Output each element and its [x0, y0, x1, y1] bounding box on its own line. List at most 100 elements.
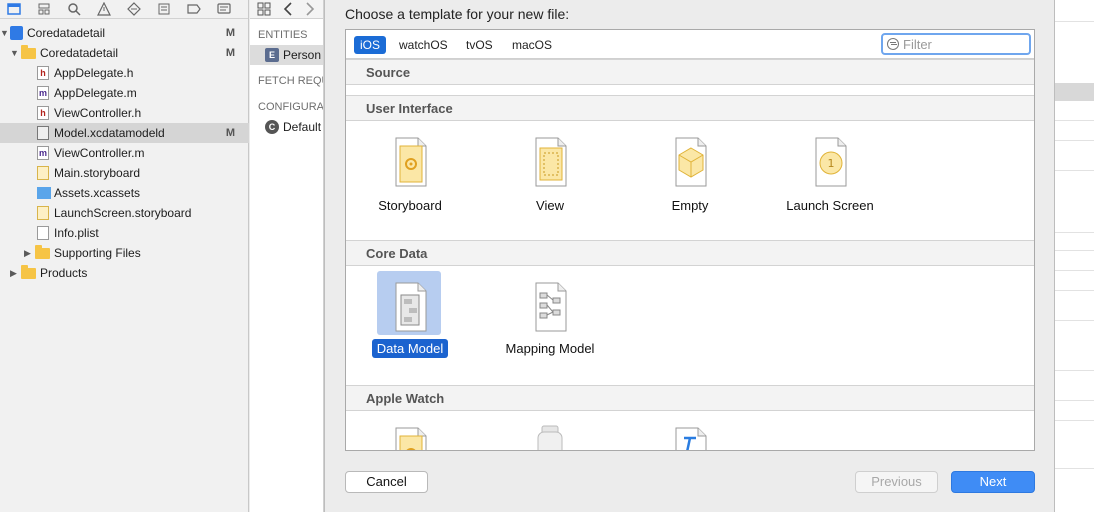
tree-row-file[interactable]: Main.storyboard [0, 163, 249, 183]
header-file-icon: h [37, 66, 49, 80]
disclosure-open-icon[interactable]: ▼ [10, 43, 20, 63]
tree-row-file-selected[interactable]: Model.xcdatamodeld M [0, 123, 249, 143]
row-divider [1055, 21, 1094, 22]
tree-row-file[interactable]: Info.plist [0, 223, 249, 243]
next-button[interactable]: Next [951, 471, 1035, 493]
storyboard-template-icon [395, 427, 427, 450]
filter-input[interactable] [903, 36, 1027, 52]
configuration-label: Default [283, 120, 322, 134]
tree-row-file[interactable]: m ViewController.m [0, 143, 249, 163]
tree-row-file[interactable]: Assets.xcassets [0, 183, 249, 203]
template-label: Storyboard [378, 198, 442, 213]
data-model-template-icon [395, 282, 427, 332]
fetch-requests-header: FETCH REQU [258, 75, 324, 87]
row-divider [1055, 270, 1094, 271]
tab-watchos[interactable]: watchOS [393, 36, 454, 54]
row-divider [1055, 468, 1094, 469]
tree-label: ViewController.m [54, 146, 145, 160]
template-empty[interactable]: Empty [635, 126, 745, 226]
tree-label: AppDelegate.m [54, 86, 137, 100]
back-arrow-icon[interactable] [283, 2, 293, 16]
modified-badge: M [225, 127, 235, 139]
template-launch-screen[interactable]: 1 Launch Screen [775, 126, 885, 226]
disclosure-open-icon[interactable]: ▼ [0, 23, 10, 43]
template-watch-complication[interactable] [495, 416, 605, 450]
watch-template-icon [537, 425, 563, 450]
tree-label: Info.plist [54, 226, 99, 240]
selected-row [1055, 83, 1094, 101]
tree-row-file[interactable]: h AppDelegate.h [0, 63, 249, 83]
tree-label: AppDelegate.h [54, 66, 134, 80]
configuration-row-default[interactable]: C Default [250, 117, 323, 137]
entity-icon: E [265, 48, 279, 62]
tree-row-group[interactable]: ▶ Products [0, 263, 249, 283]
filter-field[interactable] [881, 33, 1031, 55]
filter-icon [887, 38, 899, 50]
disclosure-closed-icon[interactable]: ▶ [24, 243, 34, 263]
folder-icon[interactable] [7, 2, 21, 16]
header-file-icon: h [37, 106, 49, 120]
tree-label: Supporting Files [54, 246, 141, 260]
entity-row-person[interactable]: E Person [250, 45, 323, 65]
plist-file-icon [37, 226, 49, 240]
storyboard-file-icon [37, 206, 49, 220]
row-divider [1055, 140, 1094, 141]
row-divider [1055, 320, 1094, 321]
breakpoint-icon[interactable] [187, 2, 201, 16]
section-title: User Interface [366, 101, 453, 116]
tab-tvos[interactable]: tvOS [460, 36, 499, 54]
tree-row-file[interactable]: LaunchScreen.storyboard [0, 203, 249, 223]
grid-icon[interactable] [257, 2, 271, 16]
platform-tab-bar: iOS watchOS tvOS macOS [346, 30, 1034, 59]
test-icon[interactable] [127, 2, 141, 16]
entity-label: Person [283, 48, 322, 62]
row-divider [1055, 420, 1094, 421]
warning-icon[interactable] [97, 2, 111, 16]
row-divider [1055, 400, 1094, 401]
tree-row-group[interactable]: ▶ Supporting Files [0, 243, 249, 263]
new-file-template-sheet: Choose a template for your new file: iOS… [324, 0, 1055, 512]
folder-icon [21, 45, 36, 59]
entities-header: ENTITIES [258, 29, 308, 41]
template-data-model[interactable]: Data Model [355, 271, 465, 371]
tree-row-project[interactable]: ▼ Coredatadetail M [0, 23, 249, 43]
selected-template-text: Data Model [371, 339, 449, 358]
tree-label: Main.storyboard [54, 166, 141, 180]
template-watch-storyboard[interactable] [355, 416, 465, 450]
tree-label: LaunchScreen.storyboard [54, 206, 192, 220]
source-control-icon[interactable] [37, 2, 51, 16]
section-user-interface: User Interface [346, 95, 1034, 121]
disclosure-closed-icon[interactable]: ▶ [10, 263, 20, 283]
configurations-header: CONFIGURA [258, 101, 324, 113]
tab-macos[interactable]: macOS [506, 36, 558, 54]
report-icon[interactable] [217, 2, 231, 16]
template-storyboard[interactable]: Storyboard [355, 126, 465, 226]
template-watch-notification[interactable] [635, 416, 745, 450]
tree-label: Model.xcdatamodeld [54, 126, 165, 140]
section-title: Apple Watch [366, 391, 445, 406]
forward-arrow-icon[interactable] [305, 2, 315, 16]
tree-row-file[interactable]: m AppDelegate.m [0, 83, 249, 103]
section-core-data: Core Data [346, 240, 1034, 266]
template-mapping-model[interactable]: Mapping Model [495, 271, 605, 371]
tab-ios[interactable]: iOS [354, 36, 387, 54]
tree-row-group[interactable]: ▼ Coredatadetail M [0, 43, 249, 63]
row-divider [1055, 232, 1094, 233]
row-divider [1055, 120, 1094, 121]
folder-icon [21, 265, 36, 279]
empty-template-icon [675, 137, 707, 187]
section-apple-watch: Apple Watch [346, 385, 1034, 411]
tree-label: Coredatadetail [40, 46, 119, 60]
project-navigator: ▼ Coredatadetail M ▼ Coredatadetail M h … [0, 0, 249, 512]
row-divider [1055, 250, 1094, 251]
debug-icon[interactable] [157, 2, 171, 16]
previous-button[interactable]: Previous [855, 471, 938, 493]
modified-badge: M [225, 47, 235, 59]
mapping-model-template-icon [535, 282, 567, 332]
template-view[interactable]: View [495, 126, 605, 226]
tree-row-file[interactable]: h ViewController.h [0, 103, 249, 123]
search-icon[interactable] [67, 2, 81, 16]
template-label: Mapping Model [505, 341, 595, 356]
cancel-button[interactable]: Cancel [345, 471, 428, 493]
section-title: Core Data [366, 246, 428, 261]
